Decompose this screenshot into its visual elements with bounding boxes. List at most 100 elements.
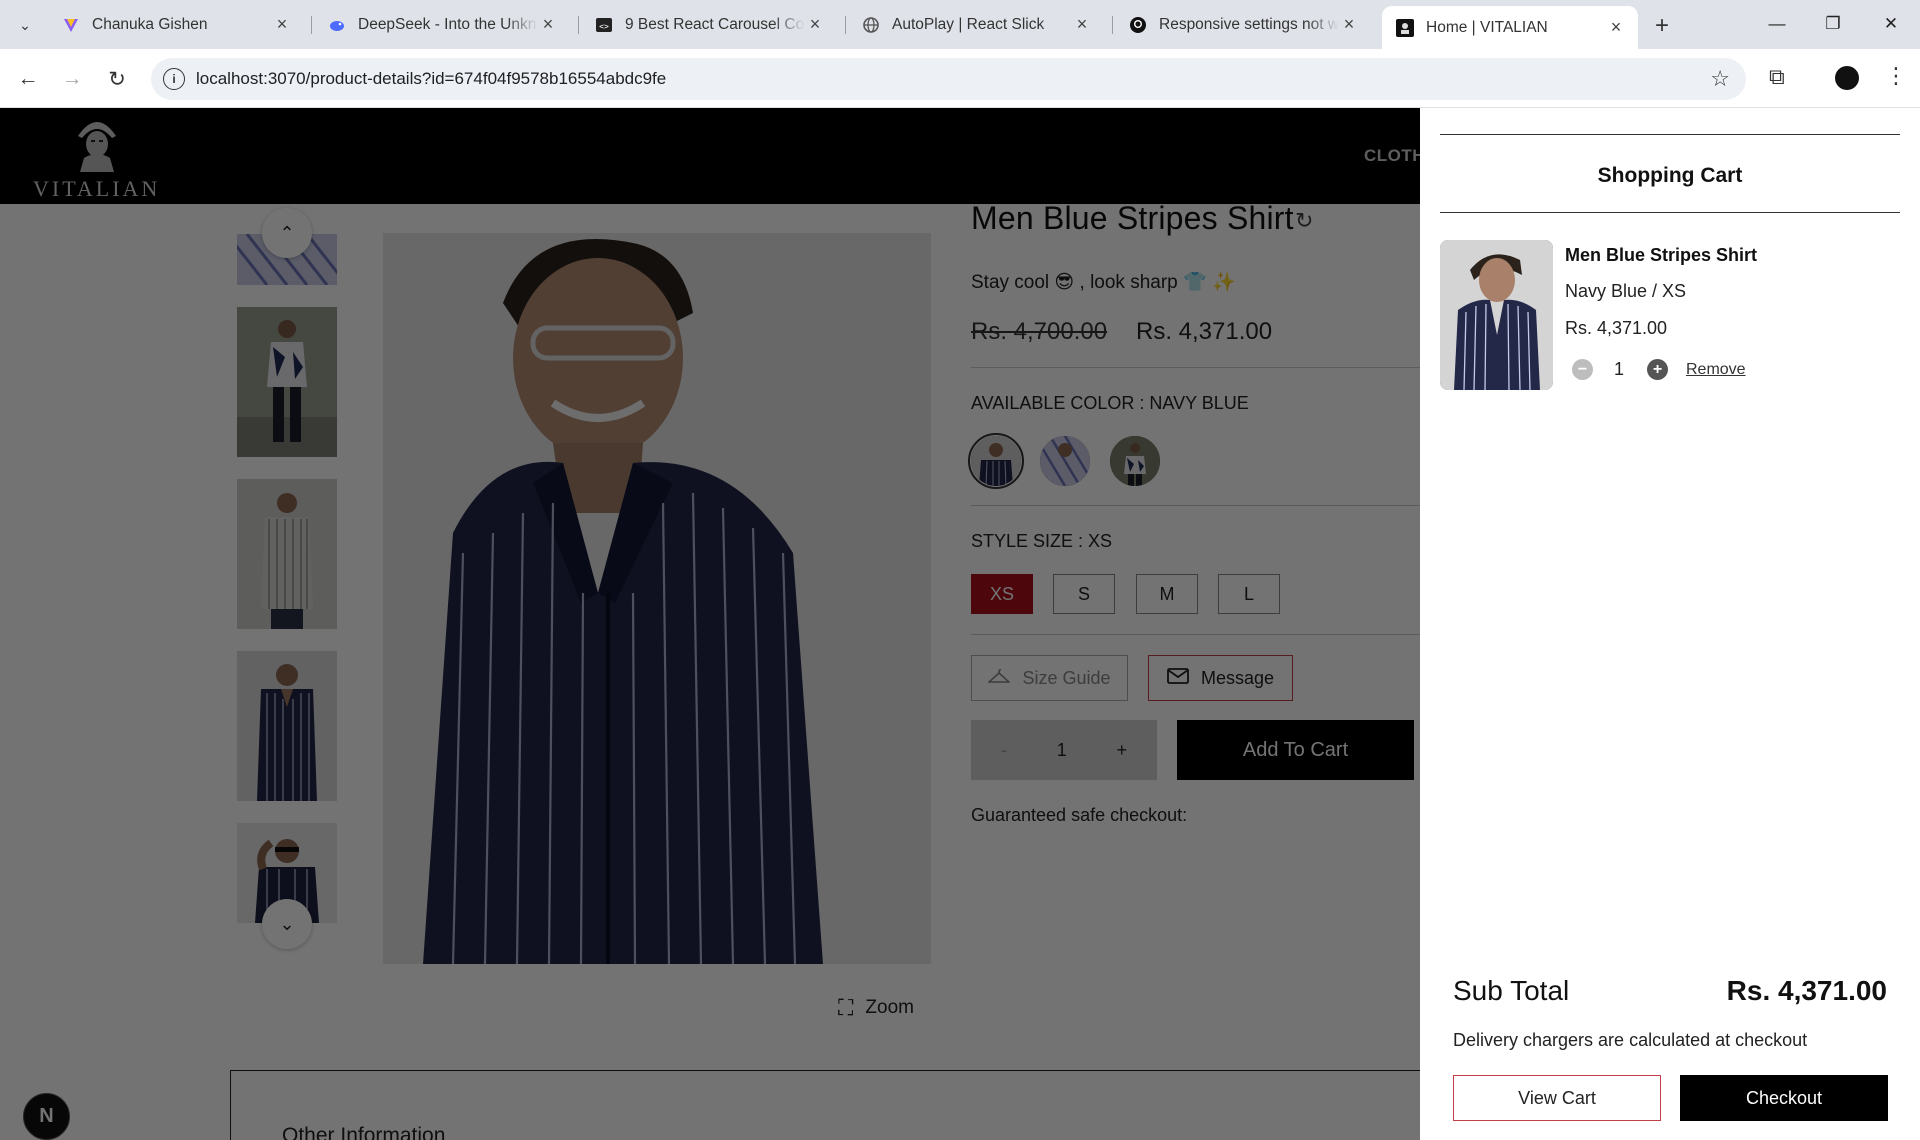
- close-icon[interactable]: ×: [1339, 14, 1359, 35]
- thumbnail-image[interactable]: [237, 479, 337, 629]
- tab-vitalian-home[interactable]: Home | VITALIAN ×: [1382, 6, 1638, 49]
- tab-label: Home | VITALIAN: [1426, 18, 1548, 36]
- github-icon: [1129, 16, 1147, 34]
- cart-title: Shopping Cart: [1597, 164, 1743, 187]
- cart-item-quantity: 1: [1614, 359, 1625, 379]
- remove-item-link[interactable]: Remove: [1686, 361, 1746, 379]
- tab-search-chevron-icon[interactable]: ⌄: [12, 12, 38, 38]
- size-label: STYLE SIZE : XS: [971, 531, 1113, 551]
- new-tab-button[interactable]: +: [1648, 12, 1676, 40]
- tab-github-issue[interactable]: Responsive settings not working ×: [1115, 6, 1371, 43]
- delivery-note: Delivery chargers are calculated at chec…: [1453, 1030, 1808, 1050]
- safe-checkout-text: Guaranteed safe checkout:: [971, 805, 1188, 825]
- divider: [971, 505, 1421, 506]
- add-to-cart-button[interactable]: Add To Cart: [1177, 720, 1414, 780]
- main-product-image[interactable]: [383, 233, 931, 964]
- original-price: Rs. 4,700.00: [971, 318, 1108, 345]
- tab-react-slick[interactable]: AutoPlay | React Slick ×: [848, 6, 1104, 43]
- profile-avatar[interactable]: [1835, 66, 1859, 90]
- message-label: Message: [1200, 667, 1275, 688]
- tab-label: AutoPlay | React Slick: [892, 15, 1045, 33]
- minimize-icon[interactable]: —: [1749, 8, 1805, 40]
- divider: [1440, 212, 1900, 213]
- color-swatch-navy[interactable]: [968, 433, 1024, 489]
- nav-item-clothing[interactable]: CLOTH: [1364, 146, 1425, 166]
- minus-circle-icon[interactable]: −: [1572, 359, 1593, 380]
- tab-chanuka-gishen[interactable]: Chanuka Gishen ×: [48, 6, 304, 43]
- back-icon[interactable]: ←: [12, 63, 44, 95]
- site-logo[interactable]: VITALIAN: [30, 112, 157, 201]
- browser-menu-icon[interactable]: ⋮: [1885, 63, 1907, 89]
- code-icon: <>: [595, 16, 613, 34]
- color-label: AVAILABLE COLOR : NAVY BLUE: [971, 393, 1249, 413]
- close-icon[interactable]: ×: [1606, 17, 1626, 38]
- tab-divider: [845, 16, 846, 34]
- close-icon[interactable]: ×: [805, 14, 825, 35]
- cart-item-name[interactable]: Men Blue Stripes Shirt: [1565, 245, 1757, 266]
- quantity-stepper: - 1 +: [971, 720, 1157, 780]
- nextjs-dev-indicator-icon[interactable]: N: [23, 1093, 70, 1140]
- close-icon[interactable]: ×: [272, 14, 292, 35]
- deepseek-icon: [328, 16, 346, 34]
- subtotal-value: Rs. 4,371.00: [1726, 975, 1887, 1006]
- browser-tab-strip: ⌄ Chanuka Gishen × DeepSeek - Into the U…: [0, 0, 1920, 49]
- site-info-icon[interactable]: i: [163, 68, 185, 90]
- window-close-icon[interactable]: ✕: [1863, 8, 1919, 40]
- size-option-s[interactable]: S: [1053, 574, 1115, 614]
- checkout-button[interactable]: Checkout: [1680, 1075, 1888, 1121]
- tab-label: 9 Best React Carousel Components: [625, 15, 805, 33]
- refresh-icon[interactable]: ↻: [1295, 208, 1313, 234]
- restore-icon[interactable]: ❐: [1805, 8, 1861, 40]
- size-option-xs[interactable]: XS: [971, 574, 1033, 614]
- hanger-icon: [987, 668, 1012, 689]
- cart-item-image[interactable]: [1440, 240, 1553, 390]
- product-tagline: Stay cool 😎 , look sharp 👕 ✨: [971, 272, 1236, 293]
- globe-icon: [862, 16, 880, 34]
- color-swatch-light-blue[interactable]: [1040, 436, 1090, 486]
- url-text: localhost:3070/product-details?id=674f04…: [196, 69, 667, 88]
- thumbnail-image[interactable]: [237, 307, 337, 457]
- tab-divider: [578, 16, 579, 34]
- other-information-heading: Other Information: [282, 1124, 446, 1140]
- view-cart-button[interactable]: View Cart: [1453, 1075, 1661, 1121]
- divider: [971, 634, 1421, 635]
- quantity-increment[interactable]: +: [1116, 740, 1127, 761]
- subtotal-label: Sub Total: [1453, 975, 1570, 1006]
- cart-drawer: Shopping Cart Men Blue Stripes Shirt Nav…: [1420, 108, 1920, 1140]
- extensions-icon[interactable]: ⧉: [1769, 64, 1785, 90]
- tab-label: DeepSeek - Into the Unknown: [358, 15, 538, 33]
- quantity-value[interactable]: 1: [1057, 740, 1067, 761]
- close-icon[interactable]: ×: [538, 14, 558, 35]
- vitalian-icon: [1396, 18, 1414, 37]
- cart-item-variant: Navy Blue / XS: [1565, 281, 1687, 301]
- tab-react-carousel[interactable]: <> 9 Best React Carousel Components ×: [581, 6, 837, 43]
- size-option-l[interactable]: L: [1218, 574, 1280, 614]
- vercel-icon: [62, 16, 80, 34]
- message-button[interactable]: Message: [1148, 655, 1293, 701]
- quantity-decrement[interactable]: -: [1001, 740, 1007, 761]
- product-title: Men Blue Stripes Shirt: [971, 200, 1294, 236]
- bookmark-star-icon[interactable]: ☆: [1710, 66, 1730, 92]
- plus-circle-icon[interactable]: +: [1647, 359, 1668, 380]
- browser-toolbar: ← → ↻ i localhost:3070/product-details?i…: [0, 49, 1920, 108]
- size-guide-button[interactable]: Size Guide: [971, 655, 1128, 701]
- thumbnail-down-arrow-icon[interactable]: ⌄: [262, 899, 312, 949]
- tab-label: Chanuka Gishen: [92, 15, 208, 33]
- address-bar[interactable]: i localhost:3070/product-details?id=674f…: [151, 58, 1746, 100]
- size-option-m[interactable]: M: [1136, 574, 1198, 614]
- tab-divider: [1112, 16, 1113, 34]
- thumbnail-up-arrow-icon[interactable]: ⌃: [262, 208, 312, 258]
- reload-icon[interactable]: ↻: [101, 63, 133, 95]
- close-icon[interactable]: ×: [1072, 14, 1092, 35]
- color-swatch-printed[interactable]: [1110, 436, 1160, 486]
- brand-wordmark: VITALIAN: [33, 176, 161, 201]
- zoom-label: Zoom: [865, 997, 914, 1018]
- expand-icon: ⛶: [838, 995, 854, 1020]
- tab-deepseek[interactable]: DeepSeek - Into the Unknown ×: [314, 6, 570, 43]
- divider: [971, 367, 1421, 368]
- forward-icon[interactable]: →: [56, 63, 88, 95]
- size-guide-label: Size Guide: [1022, 667, 1111, 688]
- envelope-icon: [1167, 667, 1189, 689]
- thumbnail-image[interactable]: [237, 651, 337, 801]
- zoom-button[interactable]: ⛶ Zoom: [838, 995, 914, 1021]
